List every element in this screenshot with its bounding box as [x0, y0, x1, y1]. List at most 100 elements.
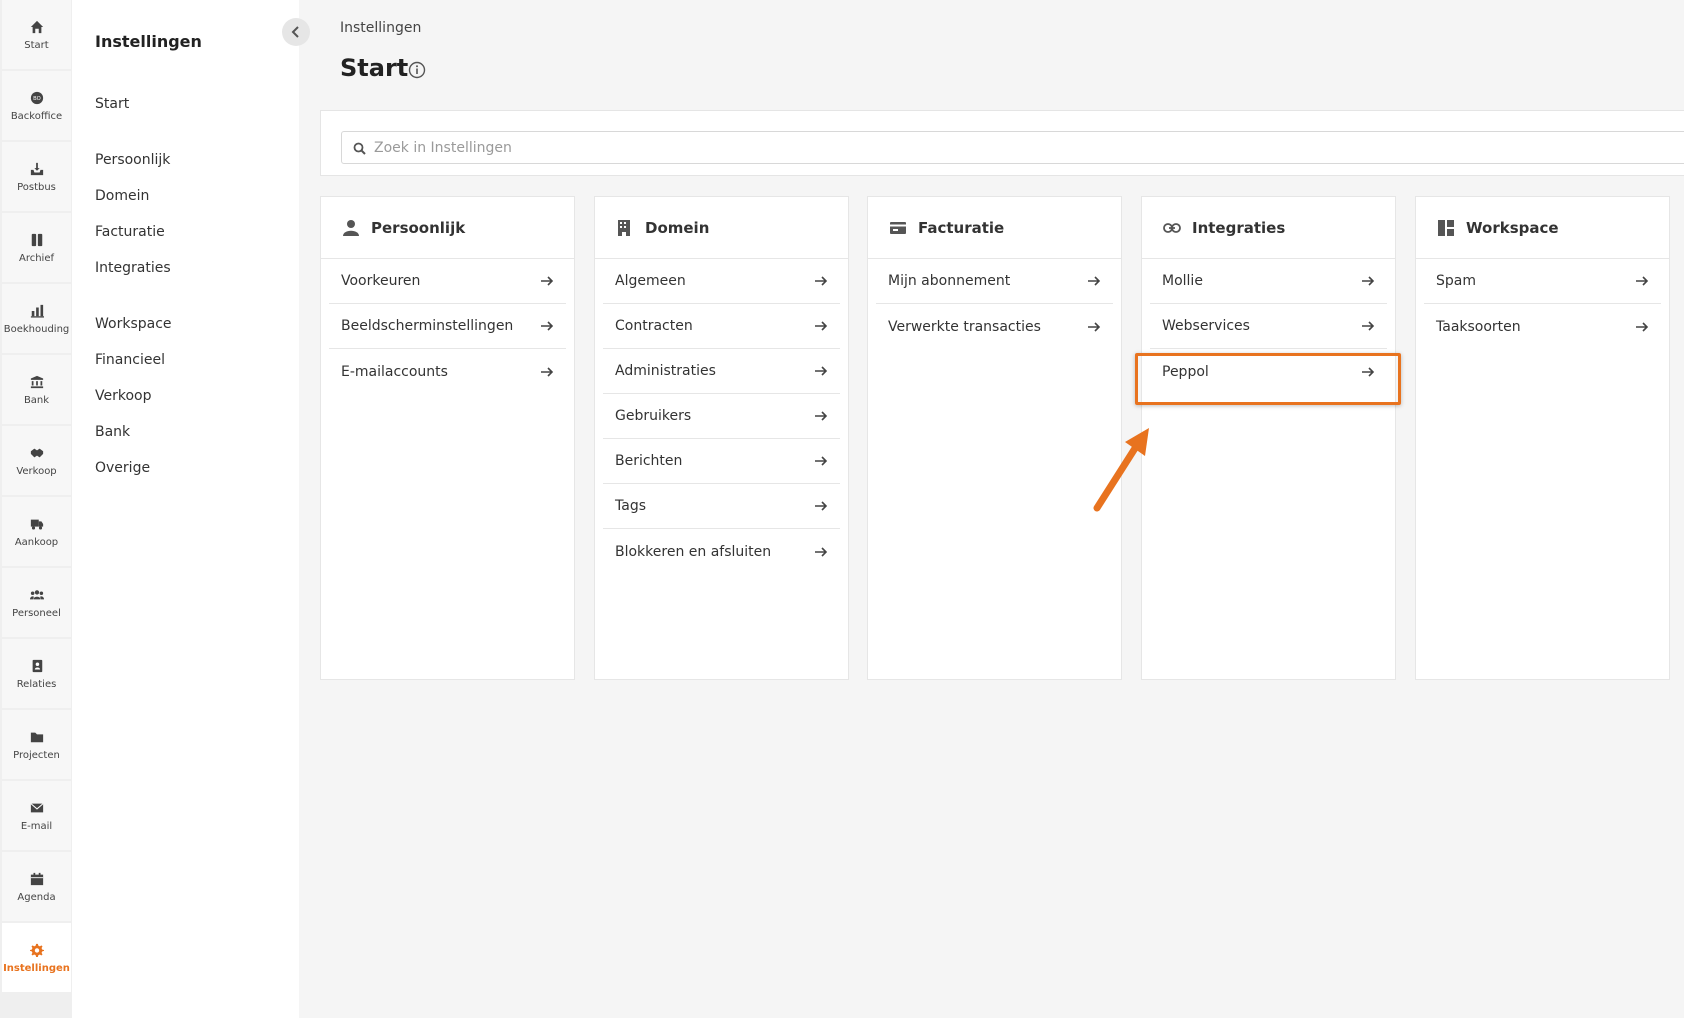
arrow-right-icon [540, 275, 554, 287]
settings-link-voorkeuren[interactable]: Voorkeuren [329, 259, 566, 304]
bank-icon [29, 374, 45, 390]
card-domein: Domein Algemeen Contracten Administratie… [594, 196, 849, 680]
billing-icon [888, 218, 908, 238]
row-label: Taaksoorten [1436, 318, 1521, 335]
rail-item-instellingen[interactable]: Instellingen [2, 923, 71, 992]
rail-item-label: Start [24, 39, 49, 51]
settings-link-administraties[interactable]: Administraties [603, 349, 840, 394]
row-label: Voorkeuren [341, 273, 421, 289]
peppol-highlight-box [1135, 353, 1401, 405]
rail-item-aankoop[interactable]: Aankoop [2, 497, 71, 566]
search-box[interactable] [341, 131, 1684, 164]
arrow-right-icon [814, 500, 828, 512]
arrow-right-icon [540, 320, 554, 332]
rail-item-label: Aankoop [14, 536, 59, 548]
arrow-right-icon [1635, 275, 1649, 287]
rail-item-relaties[interactable]: Relaties [2, 639, 71, 708]
settings-link-gebruikers[interactable]: Gebruikers [603, 394, 840, 439]
subnav-link-bank[interactable]: Bank [95, 424, 130, 440]
bar-chart-icon [29, 303, 45, 319]
arrow-right-icon [1635, 321, 1649, 333]
main-content: Instellingen Start Persoonlijk Voorkeure… [299, 0, 1684, 1018]
rail-item-bank[interactable]: Bank [2, 355, 71, 424]
rail-item-agenda[interactable]: Agenda [2, 852, 71, 921]
card-title: Persoonlijk [371, 218, 466, 237]
rail-item-backoffice[interactable]: BO Backoffice [2, 71, 71, 140]
row-label: Tags [615, 498, 646, 514]
arrow-right-icon [814, 275, 828, 287]
arrow-right-icon [814, 410, 828, 422]
settings-link-tags[interactable]: Tags [603, 484, 840, 529]
arrow-right-icon [1361, 320, 1375, 332]
subnav-link-facturatie[interactable]: Facturatie [95, 224, 165, 240]
subnav-link-workspace[interactable]: Workspace [95, 316, 172, 332]
settings-link-mijn-abonnement[interactable]: Mijn abonnement [876, 259, 1113, 304]
inbox-icon [29, 161, 45, 177]
settings-link-e-mailaccounts[interactable]: E-mailaccounts [329, 349, 566, 394]
settings-link-contracten[interactable]: Contracten [603, 304, 840, 349]
row-label: Beeldscherminstellingen [341, 318, 514, 334]
settings-link-berichten[interactable]: Berichten [603, 439, 840, 484]
settings-link-blokkeren-en-afsluiten[interactable]: Blokkeren en afsluiten [603, 529, 840, 574]
settings-link-verwerkte-transacties[interactable]: Verwerkte transacties [876, 304, 1113, 349]
card-title: Facturatie [918, 218, 1005, 237]
rail-item-projecten[interactable]: Projecten [2, 710, 71, 779]
row-label: E-mailaccounts [341, 363, 448, 380]
search-icon [353, 142, 366, 155]
row-label: Contracten [615, 318, 693, 334]
card-integraties: Integraties Mollie Webservices Peppol [1141, 196, 1396, 680]
rail-item-label: Boekhouding [3, 323, 70, 335]
settings-link-mollie[interactable]: Mollie [1150, 259, 1387, 304]
row-label: Algemeen [615, 273, 686, 289]
row-label: Spam [1436, 273, 1476, 289]
rail-item-start[interactable]: Start [2, 0, 71, 69]
app-rail: Start BO Backoffice Postbus Archief Boek… [0, 0, 72, 1018]
rail-item-boekhouding[interactable]: Boekhouding [2, 284, 71, 353]
arrow-right-icon [1087, 275, 1101, 287]
info-icon[interactable] [408, 61, 426, 79]
rail-item-label: Personeel [12, 607, 61, 619]
breadcrumb[interactable]: Instellingen [340, 20, 421, 36]
rail-item-label: Bank [23, 394, 50, 406]
subnav-link-overige[interactable]: Overige [95, 460, 150, 476]
search-panel [320, 110, 1684, 176]
rail-item-archief[interactable]: Archief [2, 213, 71, 282]
card-header: Persoonlijk [321, 197, 574, 259]
settings-link-webservices[interactable]: Webservices [1150, 304, 1387, 349]
people-icon [29, 587, 45, 603]
envelope-icon [29, 800, 45, 816]
row-label: Berichten [615, 453, 683, 469]
rail-item-verkoop[interactable]: Verkoop [2, 426, 71, 495]
rail-item-personeel[interactable]: Personeel [2, 568, 71, 637]
subnav-link-financieel[interactable]: Financieel [95, 352, 165, 368]
row-label: Mijn abonnement [888, 273, 1011, 289]
row-label: Gebruikers [615, 408, 692, 424]
archive-icon [29, 232, 45, 248]
settings-link-spam[interactable]: Spam [1424, 259, 1661, 304]
rail-item-postbus[interactable]: Postbus [2, 142, 71, 211]
search-input[interactable] [374, 132, 1674, 163]
arrow-right-icon [814, 455, 828, 467]
settings-link-taaksoorten[interactable]: Taaksoorten [1424, 304, 1661, 349]
arrow-right-icon [1361, 275, 1375, 287]
subnav-link-integraties[interactable]: Integraties [95, 260, 171, 276]
subnav-link-persoonlijk[interactable]: Persoonlijk [95, 152, 170, 168]
subnav-link-start[interactable]: Start [95, 96, 129, 112]
rail-item-label: Postbus [17, 181, 56, 193]
subnav-link-domein[interactable]: Domein [95, 188, 149, 204]
subnav-title: Instellingen [95, 32, 202, 51]
rail-item-label: Relaties [16, 678, 57, 690]
svg-text:BO: BO [33, 96, 41, 102]
arrow-right-icon [814, 320, 828, 332]
building-icon [615, 218, 635, 238]
card-header: Domein [595, 197, 848, 259]
rail-item-email[interactable]: E-mail [2, 781, 71, 850]
settings-link-algemeen[interactable]: Algemeen [603, 259, 840, 304]
handshake-icon [29, 445, 45, 461]
truck-icon [29, 516, 45, 532]
card-persoonlijk: Persoonlijk Voorkeuren Beeldscherminstel… [320, 196, 575, 680]
rail-item-label: E-mail [20, 820, 53, 832]
settings-link-beeldscherminstellingen[interactable]: Beeldscherminstellingen [329, 304, 566, 349]
row-label: Blokkeren en afsluiten [615, 543, 772, 560]
subnav-link-verkoop[interactable]: Verkoop [95, 388, 152, 404]
